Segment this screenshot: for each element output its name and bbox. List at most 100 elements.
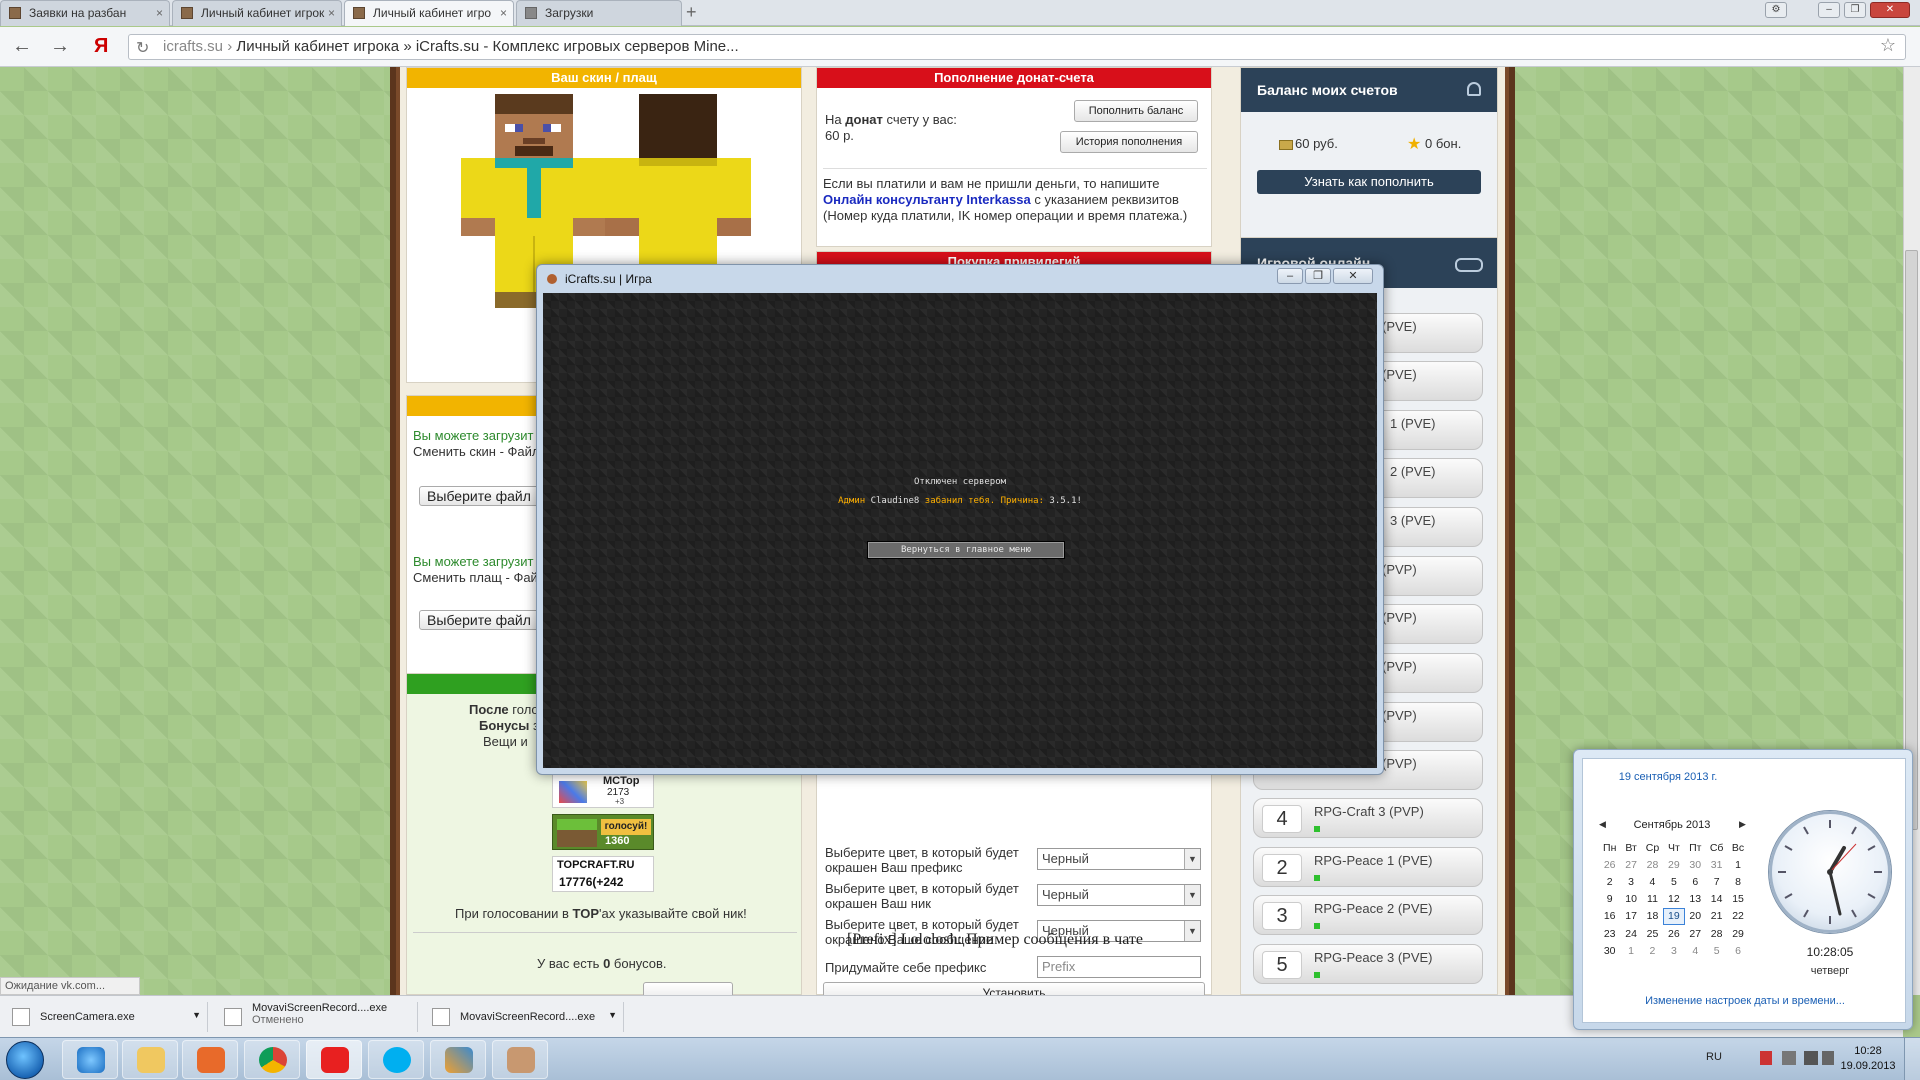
server-item[interactable]: 3 RPG-Peace 2 (PVE) [1253, 895, 1483, 935]
vote-grass-button[interactable]: голосуй! 1360 [552, 814, 654, 850]
money-icon [1279, 140, 1293, 150]
prev-month-icon[interactable]: ◀ [1599, 819, 1606, 830]
skype-icon [383, 1047, 411, 1073]
tray-volume-icon[interactable] [1822, 1051, 1834, 1065]
taskbar-minecraft[interactable] [492, 1040, 548, 1079]
calendar-body: 19 сентября 2013 г. ◀ Сентябрь 2013 ▶ Пн… [1582, 758, 1906, 1023]
close-tab-icon[interactable]: × [328, 1, 335, 25]
choose-cloak-file-button[interactable]: Выберите файл [419, 610, 539, 630]
tab-cabinet-active[interactable]: Личный кабинет игро × [344, 0, 514, 26]
download-item[interactable]: ScreenCamera.exe ▼ [0, 1002, 208, 1032]
windows-taskbar: RU 10:28 19.09.2013 [0, 1037, 1920, 1080]
back-arrow-icon[interactable]: ← [12, 35, 32, 58]
settings-gear-icon[interactable]: ⚙ [1765, 2, 1787, 18]
minimize-button[interactable]: – [1818, 2, 1840, 18]
start-button[interactable] [6, 1041, 44, 1079]
scrollbar-thumb[interactable] [1905, 250, 1918, 830]
taskbar-skype[interactable] [368, 1040, 424, 1079]
weekday-row: Пн Вт Ср Чт Пт Сб Вс [1603, 842, 1745, 854]
prefix-color-select[interactable]: Черный ▼ [1037, 848, 1201, 870]
week-row[interactable]: 30 1 2 3 4 5 6 [1599, 942, 1749, 959]
minecraft-icon [507, 1047, 535, 1073]
show-desktop-button[interactable] [1904, 1038, 1920, 1080]
yandex-browser-icon [321, 1047, 349, 1073]
taskbar-paint[interactable] [430, 1040, 486, 1079]
media-player-icon [197, 1047, 225, 1073]
gamepad-icon [1455, 258, 1483, 272]
tab-cabinet-1[interactable]: Личный кабинет игрок × [172, 0, 342, 26]
download-item[interactable]: MovaviScreenRecord....exe Отменено [212, 1002, 418, 1032]
install-button[interactable]: Установить [823, 982, 1205, 995]
tab-zayavki[interactable]: Заявки на разбан × [0, 0, 170, 26]
tray-monitor-icon[interactable] [1782, 1051, 1796, 1065]
week-row[interactable]: 23 24 25 26 27 28 29 [1599, 925, 1749, 942]
ban-reason: Админ Claudine8 забанил тебя. Причина: 3… [838, 496, 1082, 506]
close-tab-icon[interactable]: × [156, 1, 163, 25]
week-row[interactable]: 26 27 28 29 30 31 1 [1599, 856, 1749, 873]
taskbar-explorer[interactable] [122, 1040, 178, 1079]
taskbar-media[interactable] [182, 1040, 238, 1079]
maximize-button[interactable]: ❐ [1305, 268, 1331, 284]
taskbar-ie[interactable] [62, 1040, 118, 1079]
minimize-button[interactable]: – [1277, 268, 1303, 284]
language-indicator[interactable]: RU [1706, 1051, 1722, 1063]
server-online-count: 5 [1262, 951, 1302, 979]
maximize-button[interactable]: ❐ [1844, 2, 1866, 18]
new-tab-button[interactable]: + [686, 2, 697, 23]
how-to-topup-button[interactable]: Узнать как пополнить [1257, 170, 1481, 194]
browser-nav-bar: ← → Я icrafts.su › Личный кабинет игрока… [0, 27, 1920, 67]
prefix-input[interactable]: Prefix [1037, 956, 1201, 978]
reload-icon[interactable]: ↻ [136, 38, 149, 58]
server-item[interactable]: 2 RPG-Peace 1 (PVE) [1253, 847, 1483, 887]
chevron-down-icon[interactable]: ▼ [608, 1010, 617, 1020]
close-window-button[interactable]: ✕ [1870, 2, 1910, 18]
close-tab-icon[interactable]: × [500, 1, 507, 25]
address-bar[interactable]: icrafts.su › Личный кабинет игрока » iCr… [128, 34, 1906, 60]
game-window: iCrafts.su | Игра – ❐ ✕ Отключен серверо… [536, 264, 1384, 775]
topcraft-vote-button[interactable]: TOPCRAFT.RU 17776(+242 [552, 856, 654, 892]
topup-balance-button[interactable]: Пополнить баланс [1074, 100, 1198, 122]
taskbar-yandex[interactable] [306, 1040, 362, 1079]
chat-preview: [Prefix] Lololosh: Пример сообщения в ча… [847, 931, 1143, 948]
next-month-icon[interactable]: ▶ [1739, 819, 1746, 830]
paint-icon [445, 1047, 473, 1073]
back-to-main-menu-button[interactable]: Вернуться в главное меню [867, 541, 1065, 559]
choose-skin-file-button[interactable]: Выберите файл [419, 486, 539, 506]
balance-bonus: 0 бон. [1425, 136, 1462, 151]
disconnect-title: Отключен сервером [913, 477, 1007, 487]
server-item[interactable]: 5 RPG-Peace 3 (PVE) [1253, 944, 1483, 984]
download-item[interactable]: MovaviScreenRecord....exe ▼ [420, 1002, 624, 1032]
upload-cloak-hint: Вы можете загрузит [413, 554, 534, 569]
bonus-action-button[interactable] [643, 982, 733, 995]
donate-panel-title: Пополнение донат-счета [817, 68, 1211, 88]
browser-tab-bar: Заявки на разбан × Личный кабинет игрок × … [0, 0, 1920, 26]
taskbar-chrome[interactable] [244, 1040, 300, 1079]
tray-flag-icon[interactable] [1760, 1051, 1772, 1065]
change-skin-label: Сменить скин - Файл [413, 444, 540, 459]
forward-arrow-icon[interactable]: → [50, 35, 70, 58]
server-item[interactable]: 4 RPG-Craft 3 (PVP) [1253, 798, 1483, 838]
chevron-down-icon[interactable]: ▼ [192, 1010, 201, 1020]
calendar-date-link[interactable]: 19 сентября 2013 г. [1583, 771, 1753, 783]
week-row[interactable]: 16 17 18 19 20 21 22 [1599, 907, 1749, 925]
prefix-input-label: Придумайте себе префикс [825, 960, 987, 975]
week-row[interactable]: 2345678 [1599, 873, 1749, 890]
digital-time: 10:28:05 [1806, 945, 1854, 959]
server-online-count: 2 [1262, 854, 1302, 882]
week-row[interactable]: 9 10 11 12 13 14 15 [1599, 890, 1749, 907]
online-bar [1314, 923, 1320, 929]
topup-history-button[interactable]: История пополнения [1060, 131, 1198, 153]
tray-clock[interactable]: 10:28 19.09.2013 [1838, 1044, 1898, 1074]
interkassa-support-link[interactable]: Онлайн консультанту Interkassa [823, 192, 1031, 207]
installer-icon [12, 1008, 30, 1026]
nick-color-select[interactable]: Черный ▼ [1037, 884, 1201, 906]
bookmark-star-icon[interactable]: ☆ [1880, 35, 1896, 56]
tab-downloads[interactable]: Загрузки [516, 0, 682, 26]
mctop-vote-button[interactable]: MCTop 2173 +3 [552, 774, 654, 808]
yandex-logo-icon[interactable]: Я [94, 35, 108, 58]
calendar-month[interactable]: Сентябрь 2013 [1607, 819, 1737, 831]
close-window-button[interactable]: ✕ [1333, 268, 1373, 284]
change-datetime-settings-link[interactable]: Изменение настроек даты и времени... [1583, 995, 1907, 1007]
tray-network-icon[interactable] [1804, 1051, 1818, 1065]
skin-front-head [495, 94, 573, 158]
